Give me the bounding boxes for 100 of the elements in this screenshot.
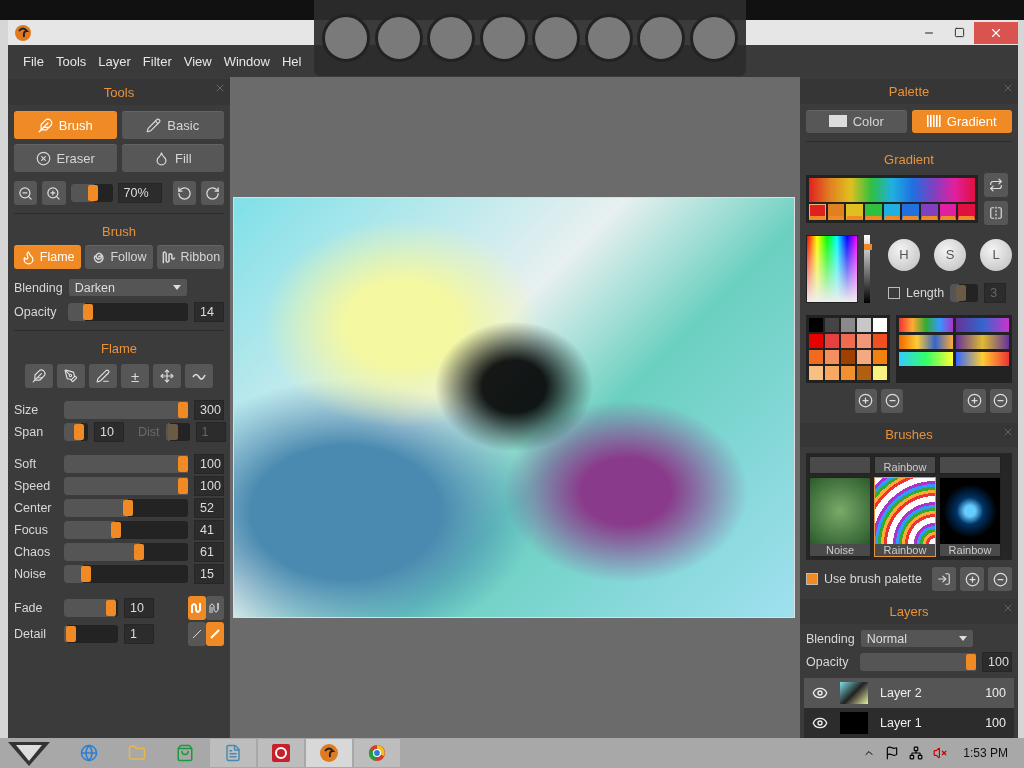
slider-track[interactable]: [64, 477, 188, 495]
remove-button[interactable]: [988, 567, 1012, 592]
flag-icon[interactable]: [885, 746, 900, 760]
rotate-left-button[interactable]: [172, 181, 196, 205]
slider-thumb[interactable]: [178, 456, 188, 472]
add-button[interactable]: [854, 388, 877, 413]
brush-tile[interactable]: Rainbow: [874, 477, 936, 558]
photo-placeholder[interactable]: [322, 14, 371, 62]
lightness-slider[interactable]: [863, 234, 870, 303]
color-swatch[interactable]: [841, 333, 855, 348]
wave-button[interactable]: [185, 364, 213, 388]
tool-button[interactable]: Eraser: [14, 144, 117, 172]
slider-thumb[interactable]: [966, 654, 976, 670]
slider-thumb[interactable]: [88, 185, 99, 201]
zoom-out-button[interactable]: [14, 181, 38, 205]
color-swatch[interactable]: [857, 349, 871, 364]
pen-button[interactable]: [89, 364, 117, 388]
tool-button[interactable]: Basic: [121, 111, 224, 139]
color-swatch[interactable]: [841, 349, 855, 364]
slider-track[interactable]: [64, 543, 188, 561]
gradient-presets[interactable]: [896, 314, 1012, 383]
import-button[interactable]: [932, 567, 956, 592]
plus-minus-button[interactable]: ±: [121, 364, 149, 388]
blending-dropdown[interactable]: Darken: [68, 279, 187, 296]
menu-item[interactable]: Filter: [137, 53, 177, 69]
color-swatch[interactable]: [857, 317, 871, 332]
eye-icon[interactable]: [812, 715, 828, 731]
feather-button[interactable]: [25, 364, 53, 388]
gradient-stop[interactable]: [939, 203, 957, 220]
knob[interactable]: S: [934, 238, 966, 271]
toggle-button[interactable]: [206, 622, 224, 646]
color-swatch[interactable]: [825, 317, 839, 332]
color-swatch[interactable]: [809, 333, 823, 348]
slider-thumb[interactable]: [105, 600, 116, 616]
knob[interactable]: H: [888, 238, 920, 271]
value-field[interactable]: 41: [194, 520, 224, 540]
photo-placeholder[interactable]: [532, 14, 581, 62]
photo-placeholder[interactable]: [374, 14, 423, 62]
color-swatch[interactable]: [857, 365, 871, 380]
slider-track[interactable]: [860, 653, 976, 671]
slider-track[interactable]: [64, 565, 188, 583]
photo-placeholder[interactable]: [427, 14, 476, 62]
gradient-stop[interactable]: [865, 203, 882, 220]
layer-row[interactable]: Layer 1 100: [804, 708, 1014, 738]
value-field[interactable]: 14: [194, 302, 224, 322]
color-swatch[interactable]: [841, 317, 855, 332]
slider-track[interactable]: [64, 521, 188, 539]
gradient-stop[interactable]: [846, 203, 863, 220]
color-swatch[interactable]: [857, 333, 871, 348]
slider-thumb[interactable]: [66, 626, 77, 642]
photo-placeholder[interactable]: [479, 14, 528, 62]
color-swatch[interactable]: [809, 349, 823, 364]
value-field[interactable]: 100: [982, 652, 1012, 672]
color-swatch[interactable]: [825, 349, 839, 364]
slider-track[interactable]: [64, 499, 188, 517]
menu-item[interactable]: Hel: [276, 53, 307, 69]
taskbar-button[interactable]: [258, 739, 304, 767]
gradient-stop[interactable]: [827, 203, 845, 220]
brush-tile[interactable]: Noise: [809, 477, 871, 558]
reverse-button[interactable]: [984, 172, 1008, 197]
slider-thumb[interactable]: [863, 243, 872, 250]
slider-thumb[interactable]: [178, 402, 188, 418]
blending-dropdown[interactable]: Normal: [860, 630, 973, 647]
add-button[interactable]: [960, 567, 984, 592]
slider-track[interactable]: [64, 455, 188, 473]
gradient-editor[interactable]: [806, 174, 978, 223]
slider-thumb[interactable]: [178, 478, 188, 494]
zoom-in-button[interactable]: [42, 181, 66, 205]
slider-thumb[interactable]: [133, 544, 144, 560]
value-field[interactable]: 100: [194, 476, 224, 496]
gradient-stop[interactable]: [958, 203, 976, 220]
photo-placeholder[interactable]: [584, 14, 633, 62]
expand-button[interactable]: [153, 364, 181, 388]
brush-tile[interactable]: Rainbow: [939, 477, 1001, 558]
tool-button[interactable]: Fill: [121, 144, 224, 172]
value-field[interactable]: 100: [194, 454, 224, 474]
color-swatch[interactable]: [873, 349, 887, 364]
menu-item[interactable]: File: [18, 53, 49, 69]
color-swatch[interactable]: [825, 365, 839, 380]
color-swatch[interactable]: [873, 365, 887, 380]
value-field[interactable]: 61: [194, 542, 224, 562]
color-swatch[interactable]: [825, 333, 839, 348]
color-swatch[interactable]: [873, 317, 887, 332]
color-picker[interactable]: [806, 234, 858, 303]
toggle-button[interactable]: [188, 596, 206, 620]
menu-item[interactable]: Tools: [50, 53, 92, 69]
gradient-stop[interactable]: [883, 203, 901, 220]
mirror-button[interactable]: [984, 200, 1008, 225]
checkbox[interactable]: [806, 573, 818, 586]
value-field[interactable]: 1: [124, 624, 154, 644]
value-field[interactable]: 10: [94, 422, 124, 442]
slider-track[interactable]: [64, 401, 188, 419]
color-swatch[interactable]: [809, 365, 823, 380]
slider-track[interactable]: [165, 423, 190, 441]
slider-track[interactable]: [950, 283, 979, 302]
checkbox[interactable]: [888, 286, 900, 299]
slider-track[interactable]: [70, 184, 113, 202]
menu-item[interactable]: View: [178, 53, 217, 69]
taskbar-button[interactable]: [306, 739, 352, 767]
gradient-stop[interactable]: [902, 203, 920, 220]
